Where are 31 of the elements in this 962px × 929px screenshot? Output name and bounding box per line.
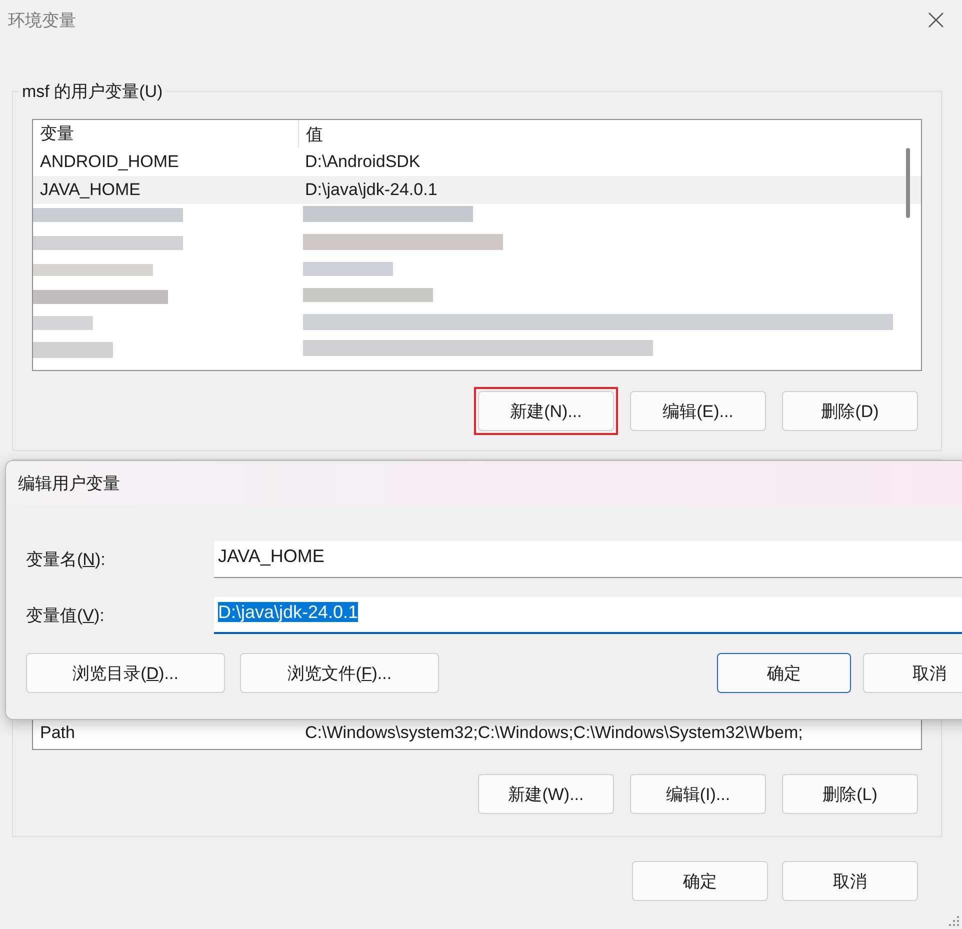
dialog-button[interactable]: 删除(L)	[782, 774, 918, 814]
dialog-button[interactable]: 浏览目录(D)...	[26, 653, 226, 693]
variable-value: D:\AndroidSDK	[304, 152, 420, 172]
window-title: 环境变量	[8, 10, 76, 32]
variable-value: D:\java\jdk-24.0.1	[304, 180, 438, 200]
resize-grip-icon[interactable]	[948, 915, 960, 927]
dialog-title: 编辑用户变量	[18, 473, 120, 495]
dialog-button[interactable]: 确定	[717, 653, 851, 693]
variable-value: C:\Windows\system32;C:\Windows;C:\Windows\System32\Wbem;	[304, 723, 803, 743]
variable-name: Path	[39, 723, 76, 743]
dialog-button[interactable]: 取消	[862, 653, 962, 693]
field-label: 变量值(V):	[26, 605, 106, 627]
close-icon[interactable]	[928, 12, 944, 28]
column-header[interactable]: 变量	[33, 120, 299, 148]
dialog-button[interactable]: 取消	[782, 861, 918, 901]
variable-name: JAVA_HOME	[39, 180, 142, 200]
input-field[interactable]: JAVA_HOME	[214, 541, 962, 578]
variable-name: ANDROID_HOME	[39, 152, 180, 172]
dialog-button[interactable]: 新建(W)...	[478, 774, 614, 814]
dialog-button[interactable]: 浏览文件(F)...	[240, 653, 440, 693]
table-row[interactable]: JAVA_HOME D:\java\jdk-24.0.1	[33, 176, 921, 204]
dialog-button[interactable]: 编辑(E)...	[630, 391, 766, 431]
table-row[interactable]: ANDROID_HOME D:\AndroidSDK	[33, 148, 921, 176]
column-header[interactable]: 值	[299, 122, 323, 146]
field-label: 变量名(N):	[26, 549, 106, 571]
dialog-button[interactable]: 编辑(I)...	[630, 774, 766, 814]
dialog-button[interactable]: 确定	[632, 861, 768, 901]
dialog-button[interactable]: 新建(N)...	[478, 391, 614, 431]
input-field[interactable]: D:\java\jdk-24.0.1	[214, 597, 962, 634]
dialog-button[interactable]: 删除(D)	[782, 391, 918, 431]
group-label: msf 的用户变量(U)	[19, 80, 166, 103]
